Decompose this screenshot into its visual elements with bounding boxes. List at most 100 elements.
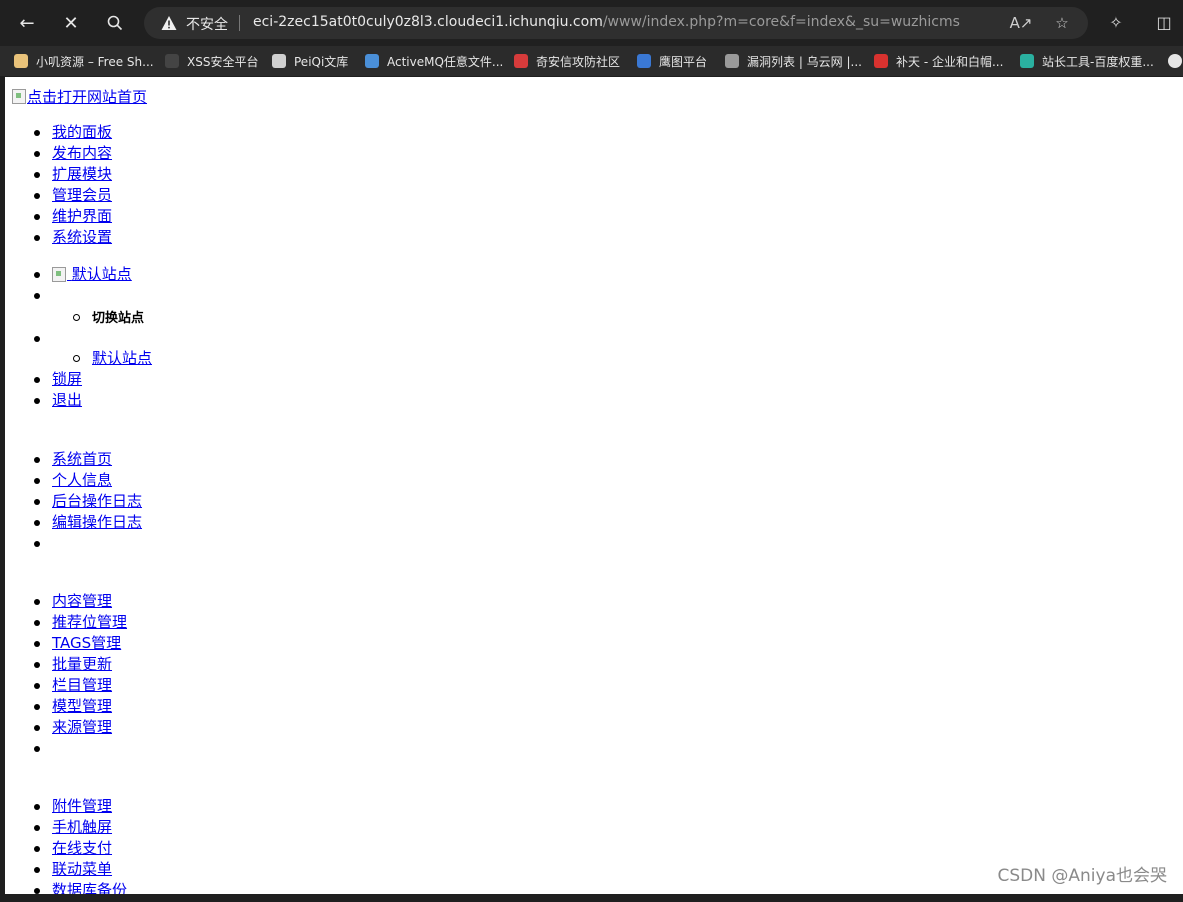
bookmark-item[interactable]: PeiQi文库 [272, 51, 348, 71]
bookmark-item[interactable]: XSS安全平台 [165, 51, 258, 71]
nav-link-extensions[interactable]: 扩展模块 [52, 165, 112, 183]
watermark: CSDN @Aniya也会哭 [997, 866, 1167, 886]
menu-item: 后台操作日志 [5, 491, 142, 512]
bookmark-label: 鹰图平台 [659, 54, 708, 69]
menu-item: 模型管理 [5, 696, 127, 717]
top-nav: 我的面板 发布内容 扩展模块 管理会员 维护界面 系统设置 [5, 122, 112, 248]
nav-item: 扩展模块 [5, 164, 112, 185]
nav-item: 发布内容 [5, 143, 112, 164]
site-menu-item: 锁屏 [5, 369, 152, 390]
menu-item: 数据库备份 [5, 880, 127, 894]
bookmark-label: 漏洞列表 | 乌云网 |... [747, 54, 862, 69]
broken-image-icon [12, 89, 26, 104]
menu-link-recommend[interactable]: 推荐位管理 [52, 613, 127, 631]
site-menu: 默认站点 切换站点 默认站点 锁屏 退出 [5, 264, 152, 411]
bookmark-item[interactable]: 奇安信攻防社区 [514, 51, 620, 71]
bookmark-label: ActiveMQ任意文件... [387, 54, 504, 69]
address-bar[interactable]: 不安全 eci-2zec15at0t0culy0z8l3.cloudeci1.i… [144, 7, 1088, 39]
not-secure-label[interactable]: 不安全 [186, 14, 228, 34]
lock-screen-link[interactable]: 锁屏 [52, 370, 82, 388]
site-menu-item: 退出 [5, 390, 152, 411]
warning-icon [161, 16, 177, 30]
bookmark-favicon-icon [165, 54, 179, 68]
broken-image-icon [52, 267, 66, 282]
menu-item: 手机触屏 [5, 817, 127, 838]
search-icon [107, 15, 123, 31]
nav-link-settings[interactable]: 系统设置 [52, 228, 112, 246]
menu-item: 个人信息 [5, 470, 142, 491]
bookmark-item[interactable]: 漏洞列表 | 乌云网 |... [725, 51, 862, 71]
extensions-icon[interactable]: ✧ [1104, 10, 1128, 34]
bookmark-item[interactable]: ActiveMQ任意文件... [365, 51, 503, 71]
stop-loading-button[interactable]: ✕ [56, 8, 86, 38]
menu-link-attachments[interactable]: 附件管理 [52, 797, 112, 815]
menu-link-category[interactable]: 栏目管理 [52, 676, 112, 694]
menu-item: 编辑操作日志 [5, 512, 142, 533]
site-option: 默认站点 [5, 348, 152, 369]
url-path: /www/index.php?m=core&f=index&_su=wuzhic… [602, 14, 960, 30]
page-content: 点击打开网站首页 我的面板 发布内容 扩展模块 管理会员 维护界面 系统设置 默… [5, 77, 1183, 894]
menu-item: 推荐位管理 [5, 612, 127, 633]
menu-link-mobile[interactable]: 手机触屏 [52, 818, 112, 836]
bookmark-item[interactable]: 站长工具-百度权重... [1020, 51, 1154, 71]
read-aloud-icon[interactable]: A↗ [1010, 13, 1033, 33]
nav-link-publish[interactable]: 发布内容 [52, 144, 112, 162]
switch-site-heading: 切换站点 [5, 307, 152, 328]
menu-item: 附件管理 [5, 796, 127, 817]
spacer [5, 328, 152, 348]
menu-link-editor-log[interactable]: 编辑操作日志 [52, 513, 142, 531]
bookmark-favicon-icon [272, 54, 286, 68]
site-option-link[interactable]: 默认站点 [92, 349, 152, 367]
favorite-star-icon[interactable]: ☆ [1052, 13, 1072, 33]
menu-item: 内容管理 [5, 591, 127, 612]
bookmark-label: 奇安信攻防社区 [536, 54, 621, 69]
browser-toolbar: ← ✕ 不安全 eci-2zec15at0t0culy0z8l3.cloudec… [0, 0, 1183, 46]
nav-item: 我的面板 [5, 122, 112, 143]
url-text[interactable]: eci-2zec15at0t0culy0z8l3.cloudeci1.ichun… [253, 14, 960, 30]
site-logo-link[interactable]: 点击打开网站首页 [12, 86, 147, 107]
logout-link[interactable]: 退出 [52, 391, 82, 409]
nav-link-maintenance[interactable]: 维护界面 [52, 207, 112, 225]
menu-item: 联动菜单 [5, 859, 127, 880]
bookmark-favicon-icon [14, 54, 28, 68]
content-menu: 内容管理 推荐位管理 TAGS管理 批量更新 栏目管理 模型管理 来源管理 [5, 591, 127, 759]
url-host: eci-2zec15at0t0culy0z8l3.cloudeci1.ichun… [253, 14, 603, 30]
menu-link-profile[interactable]: 个人信息 [52, 471, 112, 489]
menu-link-batch-update[interactable]: 批量更新 [52, 655, 112, 673]
menu-link-admin-log[interactable]: 后台操作日志 [52, 492, 142, 510]
bookmark-item[interactable]: 鹰图平台 [637, 51, 707, 71]
menu-link-system-home[interactable]: 系统首页 [52, 450, 112, 468]
menu-item: 栏目管理 [5, 675, 127, 696]
bookmark-item[interactable]: 小叽资源 – Free Sh... [14, 51, 154, 71]
current-site-link[interactable]: 默认站点 [52, 265, 132, 283]
bookmark-item[interactable]: 补天 - 企业和白帽... [874, 51, 1003, 71]
menu-link-db-backup[interactable]: 数据库备份 [52, 881, 127, 894]
bookmark-favicon-icon [725, 54, 739, 68]
menu-link-tags[interactable]: TAGS管理 [52, 634, 121, 652]
bookmarks-bar: 小叽资源 – Free Sh... XSS安全平台 PeiQi文库 Active… [0, 46, 1183, 76]
split-screen-icon[interactable]: ◫ [1152, 10, 1176, 34]
switch-site-label: 切换站点 [92, 311, 145, 326]
bookmark-favicon-icon [874, 54, 888, 68]
search-button[interactable] [100, 8, 130, 38]
menu-item: 在线支付 [5, 838, 127, 859]
menu-link-model[interactable]: 模型管理 [52, 697, 112, 715]
bookmark-label: PeiQi文库 [294, 54, 349, 69]
nav-link-members[interactable]: 管理会员 [52, 186, 112, 204]
bookmark-favicon-icon [1168, 54, 1182, 68]
bookmark-label: XSS安全平台 [187, 54, 259, 69]
site-menu-item: 默认站点 [5, 264, 152, 285]
url-divider [239, 15, 240, 31]
menu-link-source[interactable]: 来源管理 [52, 718, 112, 736]
menu-link-linkage[interactable]: 联动菜单 [52, 860, 112, 878]
menu-link-content[interactable]: 内容管理 [52, 592, 112, 610]
bookmark-favicon-icon [1020, 54, 1034, 68]
nav-item: 管理会员 [5, 185, 112, 206]
menu-link-payment[interactable]: 在线支付 [52, 839, 112, 857]
bookmark-overflow[interactable] [1168, 51, 1183, 71]
nav-link-dashboard[interactable]: 我的面板 [52, 123, 112, 141]
logo-alt-text: 点击打开网站首页 [27, 88, 148, 106]
back-button[interactable]: ← [12, 8, 42, 38]
bookmark-favicon-icon [365, 54, 379, 68]
arrow-left-icon: ← [19, 12, 35, 34]
